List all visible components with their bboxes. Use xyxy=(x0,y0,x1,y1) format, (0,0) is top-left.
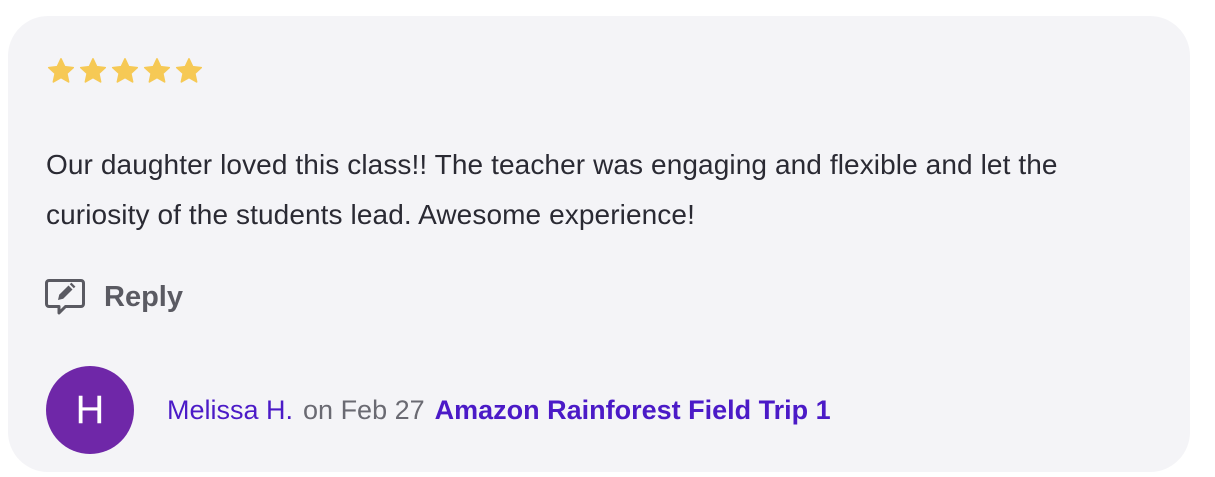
class-title-link[interactable]: Amazon Rainforest Field Trip 1 xyxy=(435,395,831,426)
author-row: H Melissa H. on Feb 27 Amazon Rainforest… xyxy=(46,366,831,454)
reply-label: Reply xyxy=(104,280,183,313)
review-date: on Feb 27 xyxy=(303,394,425,425)
review-card: Our daughter loved this class!! The teac… xyxy=(8,16,1190,472)
review-meta: Melissa H. on Feb 27 Amazon Rainforest F… xyxy=(167,395,831,426)
star-icon xyxy=(142,56,172,86)
star-icon xyxy=(174,56,204,86)
author-name-link[interactable]: Melissa H. xyxy=(167,395,293,426)
review-text: Our daughter loved this class!! The teac… xyxy=(46,149,1058,230)
star-icon xyxy=(110,56,140,86)
reply-button[interactable]: Reply xyxy=(44,276,183,318)
star-icon xyxy=(78,56,108,86)
star-icon xyxy=(46,56,76,86)
chat-edit-icon xyxy=(44,276,86,318)
star-rating xyxy=(46,56,204,86)
avatar[interactable]: H xyxy=(46,366,134,454)
